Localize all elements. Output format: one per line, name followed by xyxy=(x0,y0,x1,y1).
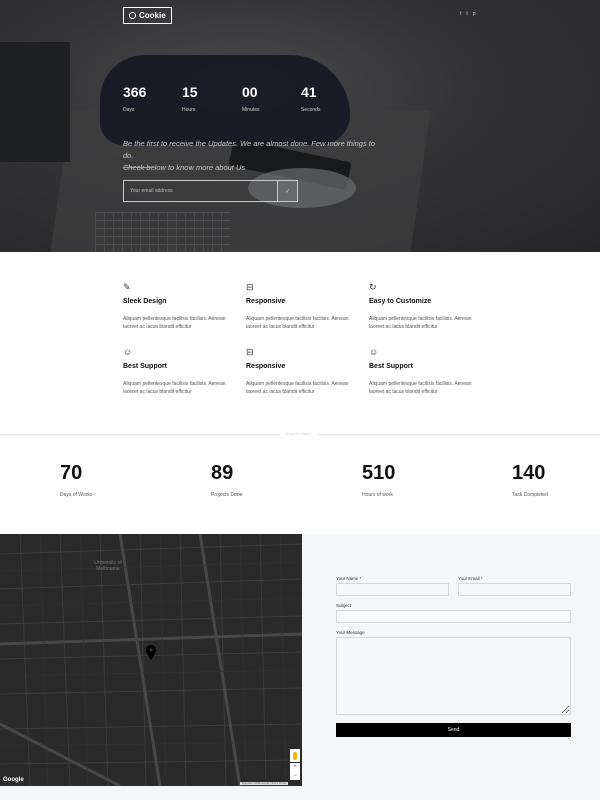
stat-value: 140 xyxy=(512,462,546,484)
email-label: Your Email * xyxy=(458,576,483,581)
name-field[interactable] xyxy=(336,583,449,596)
map-streets xyxy=(0,534,302,786)
paint-roller-icon: ⊟ xyxy=(246,282,254,292)
logo[interactable]: Cookie xyxy=(123,7,172,24)
countdown-hours: 15 Hours xyxy=(182,84,198,113)
message-label: Your Message xyxy=(336,630,365,635)
stat-label: Task Completed xyxy=(512,492,548,498)
map-zoom-control: + − xyxy=(290,763,300,780)
paint-roller-icon: ⊟ xyxy=(246,347,254,357)
feature-text: Aliquam pellentesque facilisis facilisis… xyxy=(246,381,349,395)
countdown-days: 366 Days xyxy=(123,84,146,113)
stat-item: 510 Hours of work xyxy=(362,462,395,498)
refresh-icon: ↻ xyxy=(369,282,377,292)
countdown-seconds: 41 Seconds xyxy=(301,84,320,113)
accent-divider xyxy=(123,167,153,168)
pinterest-icon[interactable]: p xyxy=(473,11,476,17)
countdown-label: Seconds xyxy=(301,107,321,113)
intro-text: Be the first to receive the Updates. We … xyxy=(123,138,383,174)
feature-text: Aliquam pellentesque facilisis facilisis… xyxy=(123,381,226,395)
google-logo: Google xyxy=(3,777,24,783)
twitter-icon[interactable]: t xyxy=(466,11,467,17)
features-section: ✎ Sleek Design Aliquam pellentesque faci… xyxy=(0,252,600,435)
map-place-label: University of Melbourne xyxy=(94,560,122,572)
stat-label: Days of Works xyxy=(60,492,93,498)
countdown-value: 41 xyxy=(301,84,317,100)
smiley-icon: ☺ xyxy=(369,347,379,357)
stat-label: Projects Done xyxy=(211,492,243,498)
countdown-value: 00 xyxy=(242,84,258,100)
smiley-icon: ☺ xyxy=(123,347,133,357)
map-pin-icon[interactable] xyxy=(146,645,156,660)
map[interactable]: University of Melbourne xyxy=(0,534,302,786)
zoom-out-button[interactable]: − xyxy=(293,773,297,779)
message-field[interactable] xyxy=(336,637,571,715)
subject-field[interactable] xyxy=(336,610,571,623)
stat-item: 140 Task Completed xyxy=(512,462,548,498)
subscribe-button[interactable]: ✓ xyxy=(277,181,297,201)
stat-value: 70 xyxy=(60,462,83,484)
name-label: Your Name * xyxy=(336,576,362,581)
feature-text: Aliquam pellentesque facilisis facilisis… xyxy=(369,316,472,330)
countdown-label: Days xyxy=(123,107,135,113)
stat-item: 70 Days of Works xyxy=(60,462,92,498)
stat-item: 89 Projects Done xyxy=(211,462,242,498)
stats-section: 70 Days of Works 89 Projects Done 510 Ho… xyxy=(0,436,600,534)
feature-title: Responsive xyxy=(246,298,286,305)
stat-value: 510 xyxy=(362,462,396,484)
contact-email-field[interactable] xyxy=(458,583,571,596)
send-button[interactable]: Send xyxy=(336,723,571,737)
countdown-minutes: 00 Minutes xyxy=(242,84,260,113)
feature-title: Easy to Customize xyxy=(369,298,432,305)
pencil-icon: ✎ xyxy=(123,282,131,292)
intro-line-1: Be the first to receive the Updates. We … xyxy=(123,139,376,160)
feature-title: Responsive xyxy=(246,363,286,370)
email-input[interactable] xyxy=(124,181,277,201)
countdown-label: Hours xyxy=(182,107,196,113)
box-photo xyxy=(0,42,70,162)
keyboard-photo xyxy=(95,212,230,252)
feature-text: Aliquam pellentesque facilisis facilisis… xyxy=(123,316,226,330)
feature-title: Sleek Design xyxy=(123,298,167,305)
countdown-value: 15 xyxy=(182,84,198,100)
feature-text: Aliquam pellentesque facilisis facilisis… xyxy=(246,316,349,330)
feature-text: Aliquam pellentesque facilisis facilisis… xyxy=(369,381,472,395)
subject-label: Subject xyxy=(336,603,352,608)
map-attribution[interactable]: Map data ©2018 Google | Terms of Use xyxy=(240,782,288,785)
countdown: 366 Days 15 Hours 00 Minutes 41 Seconds xyxy=(123,84,363,114)
social-links: f t p xyxy=(460,11,476,17)
stat-label: Hours of work xyxy=(362,492,393,498)
stat-value: 89 xyxy=(211,462,234,484)
countdown-label: Minutes xyxy=(242,107,260,113)
street-view-pegman-icon[interactable] xyxy=(290,749,300,762)
hero-section xyxy=(0,0,600,252)
cookie-icon xyxy=(129,12,136,19)
countdown-value: 366 xyxy=(123,84,147,100)
checkmark-icon: ✓ xyxy=(284,188,291,195)
feature-title: Best Support xyxy=(369,363,413,370)
feature-title: Best Support xyxy=(123,363,167,370)
facebook-icon[interactable]: f xyxy=(460,11,461,17)
zoom-in-button[interactable]: + xyxy=(293,764,297,770)
subscribe-form: ✓ xyxy=(123,180,298,202)
logo-text: Cookie xyxy=(139,11,166,20)
